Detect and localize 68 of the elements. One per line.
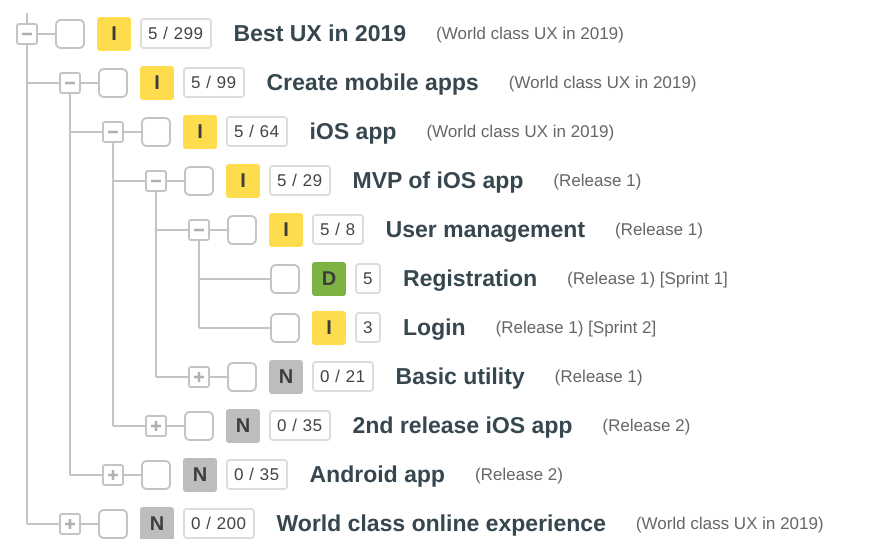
item-note: (Release 1) [Sprint 1]: [567, 268, 728, 290]
checkbox[interactable]: [227, 362, 257, 392]
plus-icon: [193, 370, 205, 382]
count-label: 3: [355, 312, 381, 343]
status-badge: I: [312, 310, 346, 344]
item-title[interactable]: 2nd release iOS app: [352, 408, 572, 443]
item-title[interactable]: Android app: [310, 457, 445, 492]
status-badge: I: [97, 16, 131, 50]
item-note: (Release 2): [602, 414, 690, 437]
plus-icon: [150, 420, 162, 432]
item-note: (Release 1) [Sprint 2]: [496, 316, 656, 339]
item-note: (World class UX in 2019): [636, 512, 824, 535]
item-title[interactable]: User management: [386, 212, 586, 247]
item-title[interactable]: Basic utility: [396, 359, 525, 394]
collapse-toggle[interactable]: [102, 120, 124, 142]
count-label: 0 / 200: [183, 508, 254, 539]
checkbox[interactable]: [184, 410, 214, 440]
collapse-toggle[interactable]: [16, 22, 38, 44]
item-note: (Release 2): [474, 464, 563, 486]
item-note: (World class UX in 2019): [426, 120, 614, 143]
item-title[interactable]: Best UX in 2019: [234, 16, 406, 51]
item-title[interactable]: Registration: [402, 261, 538, 296]
collapse-toggle[interactable]: [59, 72, 81, 94]
count-label: 5 / 299: [140, 18, 212, 49]
item-note: (Release 1): [615, 218, 703, 241]
item-note: (World class UX in 2019): [436, 22, 624, 45]
item-note: (Release 1): [554, 366, 643, 388]
item-title[interactable]: Login: [402, 310, 466, 345]
item-title[interactable]: iOS app: [310, 114, 396, 149]
checkbox[interactable]: [55, 18, 85, 48]
status-badge: I: [226, 164, 260, 198]
expand-toggle[interactable]: [188, 366, 210, 388]
count-label: 0 / 21: [312, 361, 374, 392]
collapse-toggle[interactable]: [145, 170, 167, 192]
expand-toggle[interactable]: [59, 512, 81, 534]
checkbox[interactable]: [98, 68, 128, 98]
item-title[interactable]: Create mobile apps: [266, 65, 479, 100]
count-label: 5 / 29: [269, 165, 331, 196]
status-badge: I: [269, 212, 303, 246]
expand-toggle[interactable]: [102, 464, 124, 486]
count-label: 0 / 35: [226, 459, 288, 490]
plus-icon: [107, 468, 119, 480]
collapse-toggle[interactable]: [188, 218, 210, 240]
checkbox[interactable]: [141, 116, 171, 146]
status-badge: I: [140, 66, 174, 100]
plus-icon: [64, 518, 76, 530]
count-label: 5 / 99: [183, 67, 245, 98]
item-note: (World class UX in 2019): [508, 72, 696, 94]
checkbox[interactable]: [270, 312, 300, 342]
status-badge: N: [183, 458, 217, 492]
status-badge: N: [226, 408, 260, 442]
checkbox[interactable]: [98, 508, 128, 538]
expand-toggle[interactable]: [145, 414, 167, 436]
count-label: 5 / 64: [226, 116, 288, 147]
checkbox[interactable]: [270, 264, 300, 294]
status-badge: N: [140, 506, 174, 539]
item-note: (Release 1): [553, 170, 642, 192]
item-title[interactable]: MVP of iOS app: [352, 163, 524, 198]
checkbox[interactable]: [184, 166, 214, 196]
status-badge: N: [269, 360, 303, 394]
item-title[interactable]: World class online experience: [276, 506, 606, 539]
status-badge: D: [312, 262, 346, 296]
count-label: 5: [355, 263, 381, 294]
count-label: 5 / 8: [312, 214, 364, 245]
checkbox[interactable]: [141, 460, 171, 490]
count-label: 0 / 35: [269, 410, 331, 441]
checkbox[interactable]: [227, 214, 257, 244]
status-badge: I: [183, 114, 217, 148]
